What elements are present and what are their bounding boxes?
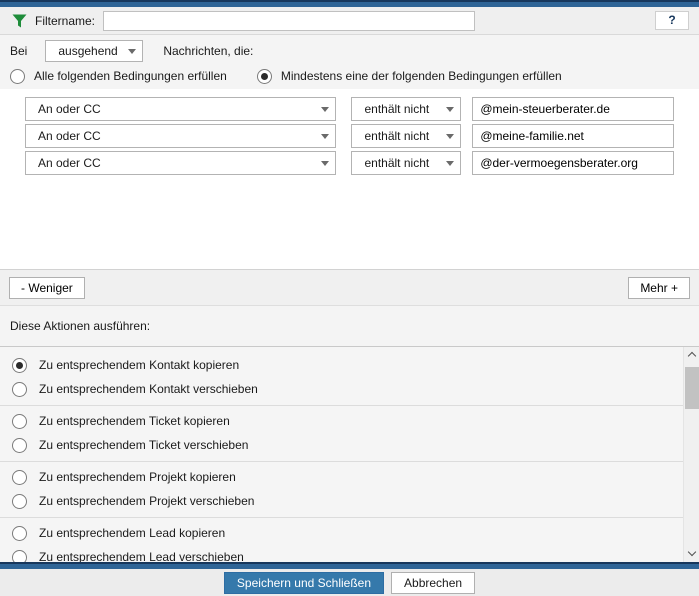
help-button[interactable]: ? <box>655 11 689 30</box>
radio-all-conditions[interactable]: Alle folgenden Bedingungen erfüllen <box>10 69 227 84</box>
action-option-label: Zu entsprechendem Kontakt kopieren <box>39 358 239 372</box>
chevron-down-icon <box>687 548 695 556</box>
action-option-label: Zu entsprechendem Lead verschieben <box>39 550 244 562</box>
filtername-input[interactable] <box>103 11 475 31</box>
action-option[interactable]: Zu entsprechendem Ticket verschieben <box>0 433 699 457</box>
cancel-button[interactable]: Abbrechen <box>391 572 475 594</box>
condition-row: An oder CC enthält nicht <box>25 97 674 121</box>
filtername-label: Filtername: <box>35 14 95 28</box>
chevron-down-icon <box>446 134 454 139</box>
action-option[interactable]: Zu entsprechendem Ticket kopieren <box>0 409 699 433</box>
chevron-down-icon <box>321 134 329 139</box>
conditions-panel: An oder CC enthält nicht An oder CC enth… <box>0 89 699 269</box>
action-option-label: Zu entsprechendem Ticket verschieben <box>39 438 248 452</box>
condition-operator-dropdown[interactable]: enthält nicht <box>351 97 461 121</box>
footer: Speichern und Schließen Abbrechen <box>0 569 699 596</box>
scroll-up-button[interactable] <box>684 347 699 363</box>
filter-icon <box>12 14 27 28</box>
save-and-close-button[interactable]: Speichern und Schließen <box>224 572 384 594</box>
bottom-accent-bar <box>0 562 699 569</box>
match-mode-row: Alle folgenden Bedingungen erfüllen Mind… <box>10 63 689 89</box>
direction-dropdown[interactable]: ausgehenden <box>45 40 143 62</box>
chevron-up-icon <box>687 352 695 360</box>
radio-any-condition[interactable]: Mindestens eine der folgenden Bedingunge… <box>257 69 562 84</box>
action-group-projekt: Zu entsprechendem Projekt kopieren Zu en… <box>0 462 699 518</box>
actions-list: Zu entsprechendem Kontakt kopieren Zu en… <box>0 346 699 562</box>
action-option[interactable]: Zu entsprechendem Kontakt kopieren <box>0 353 699 377</box>
messages-label: Nachrichten, die: <box>163 44 253 58</box>
message-direction-row: Bei ausgehenden Nachrichten, die: <box>10 35 689 63</box>
condition-operator-value: enthält nicht <box>364 129 436 143</box>
action-option[interactable]: Zu entsprechendem Lead verschieben <box>0 545 699 562</box>
radio-icon <box>257 69 272 84</box>
radio-icon <box>12 526 27 541</box>
condition-field-value: An oder CC <box>38 156 311 170</box>
radio-icon <box>12 438 27 453</box>
condition-field-dropdown[interactable]: An oder CC <box>25 151 336 175</box>
action-group-lead: Zu entsprechendem Lead kopieren Zu entsp… <box>0 518 699 562</box>
actions-title: Diese Aktionen ausführen: <box>10 319 150 333</box>
chevron-down-icon <box>128 49 136 54</box>
condition-operator-value: enthält nicht <box>364 156 436 170</box>
action-group-kontakt: Zu entsprechendem Kontakt kopieren Zu en… <box>0 350 699 406</box>
condition-operator-dropdown[interactable]: enthält nicht <box>351 124 461 148</box>
action-option[interactable]: Zu entsprechendem Lead kopieren <box>0 521 699 545</box>
bei-label: Bei <box>10 44 27 58</box>
radio-icon <box>12 470 27 485</box>
radio-any-condition-label: Mindestens eine der folgenden Bedingunge… <box>281 69 562 83</box>
chevron-down-icon <box>446 161 454 166</box>
fewer-conditions-button[interactable]: - Weniger <box>9 277 85 299</box>
radio-icon <box>12 494 27 509</box>
radio-all-conditions-label: Alle folgenden Bedingungen erfüllen <box>34 69 227 83</box>
condition-value-input[interactable] <box>472 124 674 148</box>
condition-row: An oder CC enthält nicht <box>25 151 674 175</box>
action-option-label: Zu entsprechendem Projekt kopieren <box>39 470 236 484</box>
action-option[interactable]: Zu entsprechendem Kontakt verschieben <box>0 377 699 401</box>
condition-value-input[interactable] <box>472 151 674 175</box>
condition-field-dropdown[interactable]: An oder CC <box>25 124 336 148</box>
radio-icon <box>12 550 27 563</box>
filtername-row: Filtername: ? <box>0 7 699 35</box>
chevron-down-icon <box>321 107 329 112</box>
radio-icon <box>12 414 27 429</box>
radio-icon <box>10 69 25 84</box>
action-option-label: Zu entsprechendem Projekt verschieben <box>39 494 254 508</box>
radio-icon <box>12 382 27 397</box>
chevron-down-icon <box>321 161 329 166</box>
scroll-down-button[interactable] <box>684 546 699 562</box>
condition-field-value: An oder CC <box>38 102 311 116</box>
row-controls: - Weniger Mehr + <box>0 269 699 306</box>
actions-header: Diese Aktionen ausführen: <box>0 306 699 346</box>
condition-operator-value: enthält nicht <box>364 102 436 116</box>
filter-dialog: Filtername: ? Bei ausgehenden Nachrichte… <box>0 0 699 596</box>
action-groups: Zu entsprechendem Kontakt kopieren Zu en… <box>0 347 699 562</box>
condition-operator-dropdown[interactable]: enthält nicht <box>351 151 461 175</box>
top-accent-bar <box>0 0 699 7</box>
condition-header: Bei ausgehenden Nachrichten, die: Alle f… <box>0 35 699 89</box>
chevron-down-icon <box>446 107 454 112</box>
action-option-label: Zu entsprechendem Ticket kopieren <box>39 414 230 428</box>
direction-dropdown-value: ausgehenden <box>58 44 118 58</box>
scrollbar-track[interactable] <box>684 363 699 546</box>
scrollbar[interactable] <box>683 347 699 562</box>
scrollbar-thumb[interactable] <box>685 367 699 409</box>
radio-icon <box>12 358 27 373</box>
action-group-ticket: Zu entsprechendem Ticket kopieren Zu ent… <box>0 406 699 462</box>
condition-field-value: An oder CC <box>38 129 311 143</box>
condition-field-dropdown[interactable]: An oder CC <box>25 97 336 121</box>
condition-row: An oder CC enthält nicht <box>25 124 674 148</box>
condition-value-input[interactable] <box>472 97 674 121</box>
action-option-label: Zu entsprechendem Kontakt verschieben <box>39 382 258 396</box>
action-option[interactable]: Zu entsprechendem Projekt kopieren <box>0 465 699 489</box>
action-option[interactable]: Zu entsprechendem Projekt verschieben <box>0 489 699 513</box>
more-conditions-button[interactable]: Mehr + <box>628 277 690 299</box>
action-option-label: Zu entsprechendem Lead kopieren <box>39 526 225 540</box>
